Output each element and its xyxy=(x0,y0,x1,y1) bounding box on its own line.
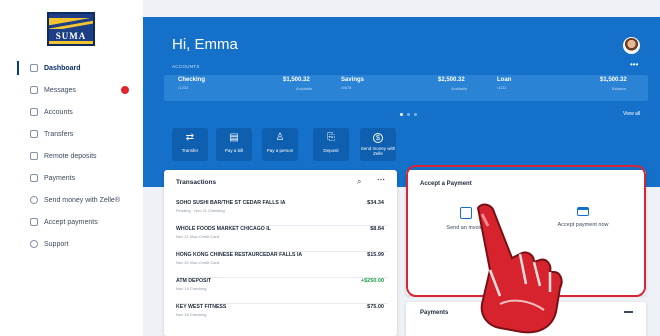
quick-action-deposit[interactable]: ⎘ Deposit xyxy=(313,128,349,161)
account-amount-label: Available xyxy=(296,86,313,91)
quick-action-label: Pay a person xyxy=(266,148,294,153)
transactions-title: Transactions xyxy=(176,179,217,186)
transaction-details: Nov 20 Visa Credit Card xyxy=(176,260,220,265)
account-amount-label: Available xyxy=(451,86,468,91)
transaction-amount: $15.99 xyxy=(367,252,384,258)
transaction-description: WHOLE FOODS MARKET CHICAGO IL xyxy=(176,226,271,232)
sidebar-item-payments[interactable]: Payments xyxy=(0,167,143,189)
sidebar-item-accounts[interactable]: Accounts xyxy=(0,101,143,123)
logo-text: SUMA xyxy=(55,31,87,41)
sidebar-item-label: Transfers xyxy=(44,130,74,138)
sidebar-item-support[interactable]: Support xyxy=(0,233,143,255)
transaction-amount: +$250.00 xyxy=(360,278,384,284)
transactions-card: Transactions ⌕ ⋯ SOHO SUSHI BAR/THE ST C… xyxy=(164,170,397,336)
table-row[interactable]: KEY WEST FITNESS Nov 18 Checking $75.00 xyxy=(176,304,388,330)
bill-icon: ▤ xyxy=(229,132,239,143)
transaction-description: ATM DEPOSIT xyxy=(176,278,212,284)
carousel-dot[interactable] xyxy=(400,113,403,116)
quick-action-label: Transfer xyxy=(181,148,199,153)
sidebar-item-dashboard[interactable]: Dashboard xyxy=(0,57,143,79)
collapse-icon[interactable] xyxy=(624,311,633,313)
sidebar-item-accept-payments[interactable]: Accept payments xyxy=(0,211,143,233)
table-row[interactable]: ATM DEPOSIT Nov 19 Checking +$250.00 xyxy=(176,278,388,304)
foam-finger-icon xyxy=(476,203,563,334)
quick-action-label: Send money with Zelle xyxy=(360,146,396,156)
account-savings[interactable]: Savings •5678 $2,500.32 Available xyxy=(341,77,491,99)
sidebar-item-transfers[interactable]: Transfers xyxy=(0,123,143,145)
account-checking[interactable]: Checking •1234 $1,500.32 Available xyxy=(178,77,328,99)
deposit-icon xyxy=(30,152,38,160)
quick-action-label: Pay a bill xyxy=(224,148,244,153)
transfer-icon: ⇄ xyxy=(185,132,195,143)
sidebar-nav: Dashboard Messages Accounts Transfers Re… xyxy=(0,57,143,255)
sidebar-item-label: Messages xyxy=(44,86,76,94)
zelle-icon: $ xyxy=(373,133,383,143)
sidebar-item-label: Accept payments xyxy=(44,218,98,226)
sidebar-item-label: Send money with Zelle® xyxy=(44,196,120,204)
transaction-amount: $34.34 xyxy=(367,200,384,206)
logo-swoosh xyxy=(49,18,93,29)
account-amount: $2,500.32 xyxy=(438,77,465,83)
account-amount: $1,500.32 xyxy=(600,77,627,83)
user-avatar[interactable] xyxy=(623,37,640,54)
sidebar-item-label: Payments xyxy=(44,174,76,182)
search-icon[interactable]: ⌕ xyxy=(357,177,361,187)
more-options-icon[interactable]: ⋯ xyxy=(377,175,385,184)
zelle-icon xyxy=(30,196,38,204)
account-number: •5678 xyxy=(341,85,352,90)
payments-title: Payments xyxy=(420,310,449,316)
card-icon xyxy=(30,218,38,226)
sidebar-item-label: Support xyxy=(44,240,69,248)
accounts-section-label: ACCOUNTS xyxy=(172,64,200,69)
sidebar-item-label: Accounts xyxy=(44,108,73,116)
quick-action-zelle[interactable]: $ Send money with Zelle xyxy=(360,128,396,161)
transaction-description: SOHO SUSHI BAR/THE ST CEDAR FALLS IA xyxy=(176,200,286,206)
mail-icon xyxy=(30,86,38,94)
account-amount: $1,500.32 xyxy=(283,77,310,83)
account-loan[interactable]: Loan •1111 $1,500.32 Balance xyxy=(497,77,637,99)
bank-logo[interactable]: SUMA xyxy=(47,12,95,46)
transfer-icon xyxy=(30,130,38,138)
quick-action-pay-bill[interactable]: ▤ Pay a bill xyxy=(216,128,252,161)
deposit-icon: ⎘ xyxy=(327,132,335,143)
greeting-title: Hi, Emma xyxy=(172,36,238,53)
sidebar-item-zelle[interactable]: Send money with Zelle® xyxy=(0,189,143,211)
account-amount-label: Balance xyxy=(612,86,627,91)
quick-action-pay-person[interactable]: ♙ Pay a person xyxy=(262,128,298,161)
carousel-pagination[interactable] xyxy=(400,113,417,116)
transaction-details: Nov 19 Checking xyxy=(176,286,207,291)
person-icon: ♙ xyxy=(275,132,285,143)
sidebar-item-label: Remote deposits xyxy=(44,152,97,160)
transaction-details: Nov 21 Visa Credit Card xyxy=(176,234,220,239)
quick-action-transfer[interactable]: ⇄ Transfer xyxy=(172,128,208,161)
table-row[interactable]: SOHO SUSHI BAR/THE ST CEDAR FALLS IA Pen… xyxy=(176,200,388,226)
notification-badge xyxy=(121,86,129,94)
transaction-details: Nov 18 Checking xyxy=(176,312,207,317)
transaction-description: HONG KONG CHINESE RESTAURCEDAR FALLS IA xyxy=(176,252,303,258)
account-name: Savings xyxy=(341,77,365,83)
more-options-icon[interactable]: ••• xyxy=(630,60,638,69)
logo-underline xyxy=(49,41,93,44)
view-all-accounts-link[interactable]: View all xyxy=(623,111,640,117)
sidebar-item-remote-deposits[interactable]: Remote deposits xyxy=(0,145,143,167)
carousel-dot[interactable] xyxy=(407,113,410,116)
table-row[interactable]: HONG KONG CHINESE RESTAURCEDAR FALLS IA … xyxy=(176,252,388,278)
carousel-dot[interactable] xyxy=(414,113,417,116)
accounts-icon xyxy=(30,108,38,116)
transaction-description: KEY WEST FITNESS xyxy=(176,304,227,310)
sidebar-item-messages[interactable]: Messages xyxy=(0,79,143,101)
sidebar-item-label: Dashboard xyxy=(44,64,81,72)
transaction-amount: $75.00 xyxy=(367,304,384,310)
dashboard-icon xyxy=(30,64,38,72)
table-row[interactable]: WHOLE FOODS MARKET CHICAGO IL Nov 21 Vis… xyxy=(176,226,388,252)
payments-icon xyxy=(30,174,38,182)
sidebar: SUMA Dashboard Messages Accounts Transfe… xyxy=(0,0,143,336)
transaction-details: Pending · Nov 21 Checking xyxy=(176,208,225,213)
quick-action-label: Deposit xyxy=(323,148,339,153)
transaction-amount: $8.84 xyxy=(370,226,384,232)
support-icon xyxy=(30,240,38,248)
